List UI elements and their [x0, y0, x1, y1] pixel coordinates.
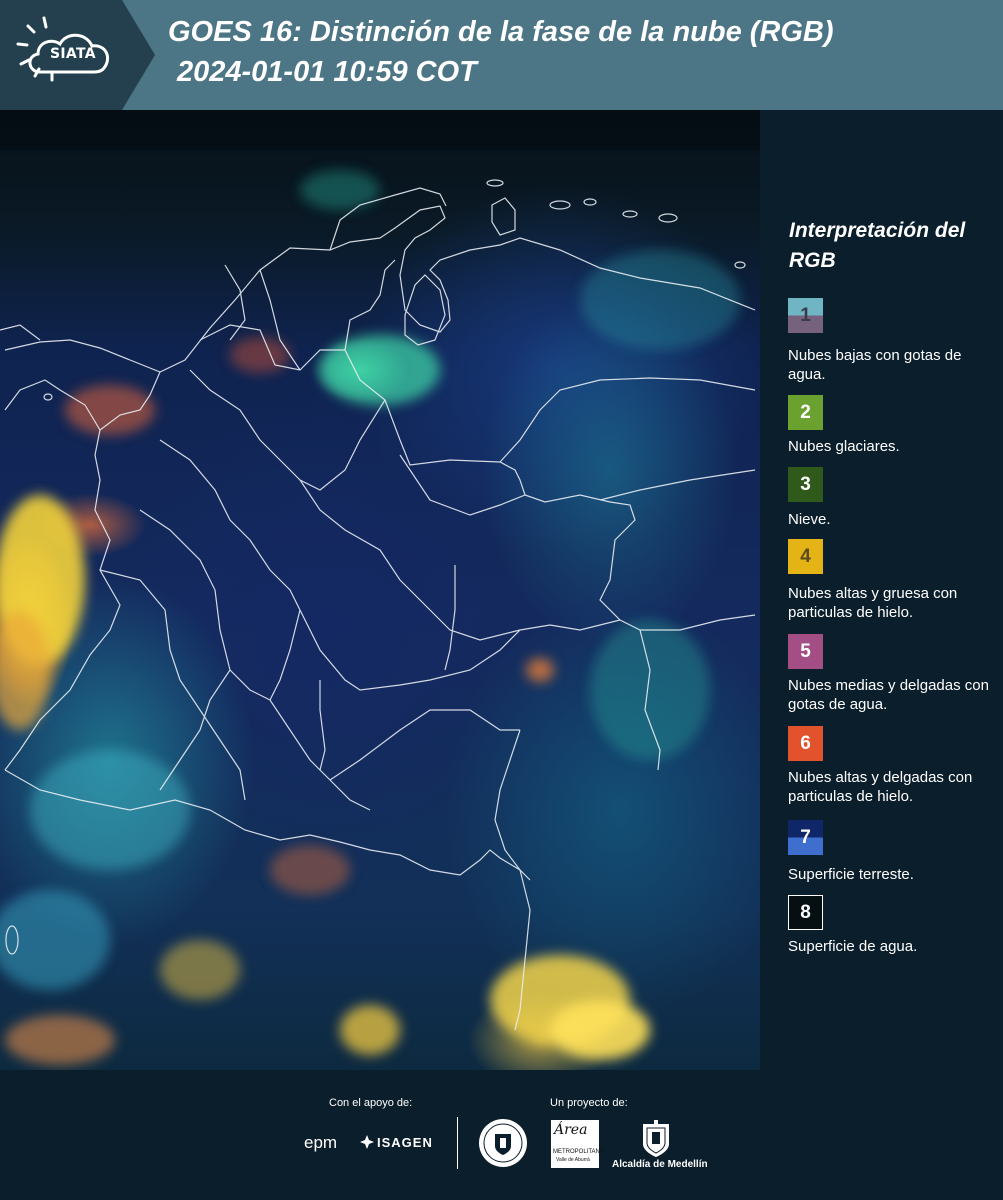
header-bar: SIATA GOES 16: Distinción de la fase de …	[0, 0, 1003, 110]
area-metropolitana-logo: Área METROPOLITANA Valle de Aburrá	[551, 1120, 604, 1168]
legend-swatch-number: 8	[800, 901, 811, 923]
support-label: Con el apoyo de:	[329, 1097, 413, 1109]
epm-logo: epm	[304, 1133, 338, 1152]
legend-swatch-number: 7	[800, 826, 811, 848]
legend-label-1: Nubes bajas con gotas de agua.	[788, 347, 962, 383]
alcaldia-shield-icon	[643, 1120, 669, 1157]
project-label: Un proyecto de:	[550, 1097, 628, 1109]
siata-logo: SIATA	[0, 0, 155, 110]
footer-divider	[457, 1117, 458, 1169]
legend-label-4: Nubes altas y gruesa con particulas de h…	[788, 585, 958, 621]
legend-swatch-8: 8	[788, 895, 823, 930]
area-logo-name: Área	[554, 1122, 588, 1138]
legend-swatch-number: 4	[800, 545, 811, 567]
legend-swatch-number: 5	[800, 640, 811, 662]
isagen-logo-text: ISAGEN	[377, 1134, 433, 1150]
page-title: GOES 16: Distinción de la fase de la nub…	[168, 16, 834, 48]
legend-label-2: Nubes glaciares.	[788, 438, 900, 455]
legend-swatch-1: 1	[788, 298, 823, 333]
legend-swatch-number: 6	[800, 732, 811, 754]
page-timestamp: 2024-01-01 10:59 COT	[177, 56, 477, 88]
footer: Con el apoyo de: Un proyecto de: epm ISA…	[0, 1070, 1003, 1200]
area-logo-line1: METROPOLITANA	[553, 1149, 604, 1155]
legend-swatch-number: 1	[800, 304, 811, 326]
legend-swatch-5: 5	[788, 634, 823, 669]
legend-label-8: Superficie de agua.	[788, 938, 918, 955]
satellite-map	[0, 110, 760, 1070]
legend-swatch-6: 6	[788, 726, 823, 761]
map-overlay	[0, 110, 760, 1065]
legend-swatch-3: 3	[788, 467, 823, 502]
legend-label-7: Superficie terreste.	[788, 866, 914, 883]
legend-swatch-2: 2	[788, 395, 823, 430]
area-logo-line2: Valle de Aburrá	[556, 1157, 590, 1163]
legend-swatch-4: 4	[788, 539, 823, 574]
legend-title: Interpretación del RGB	[789, 219, 966, 272]
legend-label-5: Nubes medias y delgadas con gotas de agu…	[788, 677, 989, 713]
legend-swatch-number: 2	[800, 401, 811, 423]
legend-swatch-7: 7	[788, 820, 823, 855]
legend-panel: Interpretación del RGB 1 Nubes bajas con…	[760, 110, 1003, 1070]
isagen-logo: ISAGEN	[360, 1132, 433, 1152]
medellin-seal-icon	[479, 1119, 527, 1167]
isagen-star-icon	[360, 1135, 374, 1149]
alcaldia-label: Alcaldía de Medellín	[612, 1159, 708, 1170]
cloud-patches	[0, 170, 740, 1065]
legend-label-3: Nieve.	[788, 511, 831, 528]
legend-swatch-number: 3	[800, 473, 811, 495]
siata-logo-text: SIATA	[50, 46, 96, 62]
legend-label-6: Nubes altas y delgadas con particulas de…	[788, 769, 973, 805]
